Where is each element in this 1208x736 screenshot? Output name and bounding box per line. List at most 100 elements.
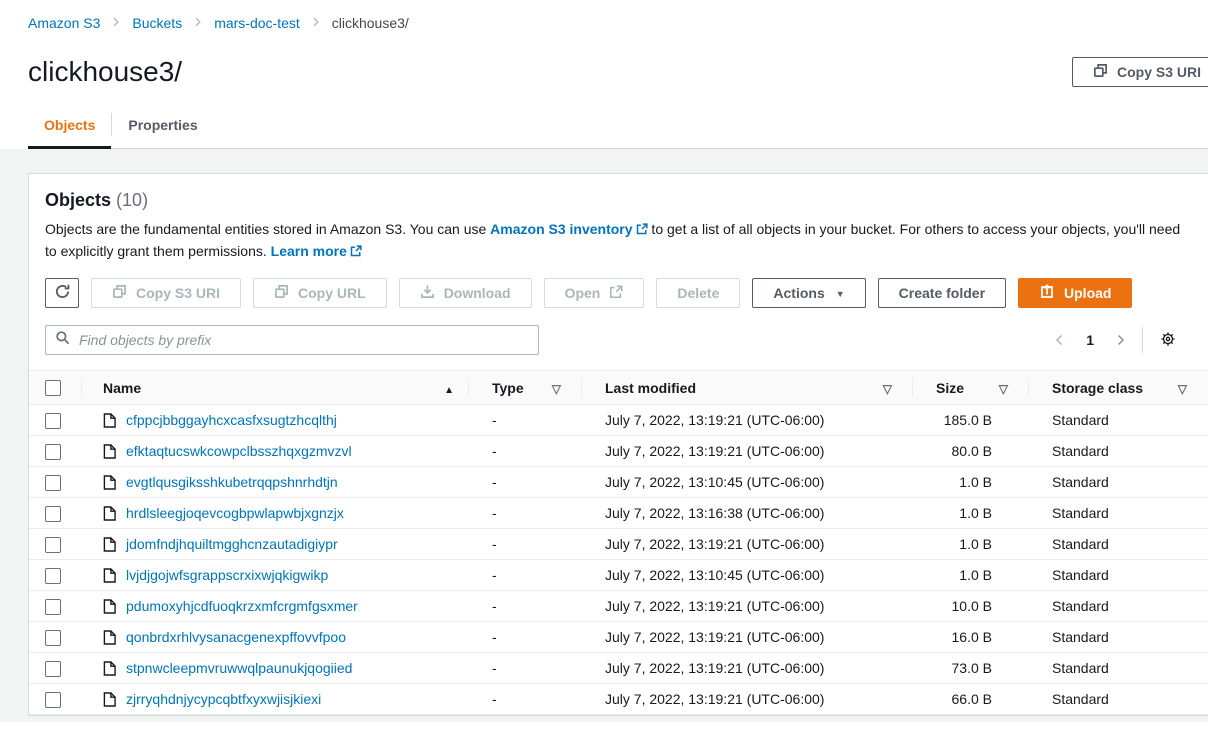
object-name-link[interactable]: zjrryqhdnjycypcqbtfxyxwjisjkiexi: [126, 691, 321, 707]
object-storage-class: Standard: [1028, 412, 1208, 428]
object-last-modified: July 7, 2022, 13:16:38 (UTC-06:00): [581, 505, 912, 521]
file-icon: [103, 537, 116, 552]
breadcrumb-link-buckets[interactable]: Buckets: [132, 15, 182, 31]
settings-gear-button[interactable]: [1157, 328, 1179, 353]
row-checkbox[interactable]: [45, 661, 61, 677]
external-link-icon: [636, 220, 648, 241]
table-row: stpnwcleepmvruwwqlpaunukjqogiied - July …: [29, 653, 1208, 684]
row-checkbox[interactable]: [45, 444, 61, 460]
open-button[interactable]: Open: [544, 278, 645, 308]
object-storage-class: Standard: [1028, 536, 1208, 552]
table-row: zjrryqhdnjycypcqbtfxyxwjisjkiexi - July …: [29, 684, 1208, 715]
object-storage-class: Standard: [1028, 660, 1208, 676]
search-row: 1: [29, 317, 1208, 370]
table-row: lvjdjgojwfsgrappscrxixwjqkigwikp - July …: [29, 560, 1208, 591]
row-checkbox[interactable]: [45, 630, 61, 646]
file-icon: [103, 506, 116, 521]
amazon-s3-inventory-link[interactable]: Amazon S3 inventory: [490, 221, 647, 237]
sort-icon: [999, 380, 1008, 396]
object-name-link[interactable]: stpnwcleepmvruwwqlpaunukjqogiied: [126, 660, 352, 676]
object-size: 66.0 B: [912, 691, 1028, 707]
object-type: -: [468, 691, 581, 707]
column-header-storage-class[interactable]: Storage class: [1028, 371, 1208, 404]
find-objects-input[interactable]: [77, 331, 529, 349]
object-last-modified: July 7, 2022, 13:10:45 (UTC-06:00): [581, 567, 912, 583]
table-row: jdomfndjhquiltmgghcnzautadigiypr - July …: [29, 529, 1208, 560]
column-header-size[interactable]: Size: [912, 371, 1028, 404]
object-type: -: [468, 412, 581, 428]
file-icon: [103, 475, 116, 490]
column-header-last-modified[interactable]: Last modified: [581, 371, 912, 404]
object-name-link[interactable]: qonbrdxrhlvysanacgenexpffovvfpoo: [126, 629, 346, 645]
tab-bar: Objects Properties: [28, 105, 1208, 149]
file-icon: [103, 568, 116, 583]
table-row: qonbrdxrhlvysanacgenexpffovvfpoo - July …: [29, 622, 1208, 653]
caret-down-icon: [834, 285, 845, 301]
refresh-button[interactable]: [45, 278, 79, 308]
row-checkbox[interactable]: [45, 475, 61, 491]
copy-s3-uri-header-button[interactable]: Copy S3 URI: [1072, 57, 1208, 87]
row-checkbox[interactable]: [45, 599, 61, 615]
object-name-link[interactable]: evgtlqusgiksshkubetrqqpshnrhdtjn: [126, 474, 338, 490]
object-name-link[interactable]: cfppcjbbggayhcxcasfxsugtzhcqlthj: [126, 412, 337, 428]
object-size: 185.0 B: [912, 412, 1028, 428]
object-size: 73.0 B: [912, 660, 1028, 676]
object-size: 1.0 B: [912, 567, 1028, 583]
page-content: Objects (10) Objects are the fundamental…: [0, 149, 1208, 722]
table-row: efktaqtucswkcowpclbsszhqxgzmvzvl - July …: [29, 436, 1208, 467]
breadcrumb-link-amazon-s3[interactable]: Amazon S3: [28, 15, 100, 31]
learn-more-link[interactable]: Learn more: [271, 243, 362, 259]
external-link-icon: [350, 242, 362, 263]
breadcrumb-link-mars-doc-test[interactable]: mars-doc-test: [214, 15, 300, 31]
copy-icon: [274, 284, 289, 302]
object-type: -: [468, 505, 581, 521]
object-name-link[interactable]: hrdlsleegjoqevcogbpwlapwbjxgnzjx: [126, 505, 344, 521]
object-storage-class: Standard: [1028, 691, 1208, 707]
pagination-divider: [1142, 327, 1143, 353]
download-button[interactable]: Download: [399, 278, 532, 308]
object-name-link[interactable]: pdumoxyhjcdfuoqkrzxmfcrgmfgsxmer: [126, 598, 358, 614]
objects-count: (10): [116, 190, 148, 210]
breadcrumb-separator-icon: [111, 15, 121, 31]
row-checkbox[interactable]: [45, 537, 61, 553]
upload-button[interactable]: Upload: [1018, 278, 1132, 308]
object-name-link[interactable]: lvjdjgojwfsgrappscrxixwjqkigwikp: [126, 567, 328, 583]
table-row: evgtlqusgiksshkubetrqqpshnrhdtjn - July …: [29, 467, 1208, 498]
object-type: -: [468, 598, 581, 614]
file-icon: [103, 630, 116, 645]
object-last-modified: July 7, 2022, 13:19:21 (UTC-06:00): [581, 598, 912, 614]
select-all-checkbox[interactable]: [45, 380, 61, 396]
object-last-modified: July 7, 2022, 13:19:21 (UTC-06:00): [581, 412, 912, 428]
object-type: -: [468, 443, 581, 459]
select-all-checkbox-cell: [29, 371, 81, 404]
copy-url-button[interactable]: Copy URL: [253, 278, 387, 308]
download-icon: [420, 284, 435, 302]
column-header-type[interactable]: Type: [468, 371, 581, 404]
object-type: -: [468, 474, 581, 490]
copy-s3-uri-button[interactable]: Copy S3 URI: [91, 278, 241, 308]
actions-dropdown-button[interactable]: Actions: [752, 278, 865, 308]
create-folder-button[interactable]: Create folder: [878, 278, 1006, 308]
objects-toolbar: Copy S3 URI Copy URL Download Open Delet…: [29, 263, 1208, 317]
column-header-name[interactable]: Name: [81, 371, 468, 404]
object-table-body: cfppcjbbggayhcxcasfxsugtzhcqlthj - July …: [29, 405, 1208, 715]
copy-icon: [1093, 63, 1108, 81]
row-checkbox[interactable]: [45, 506, 61, 522]
previous-page-button[interactable]: [1052, 331, 1068, 349]
object-name-link[interactable]: efktaqtucswkcowpclbsszhqxgzmvzvl: [126, 443, 352, 459]
object-storage-class: Standard: [1028, 629, 1208, 645]
page-title: clickhouse3/: [28, 55, 182, 89]
next-page-button[interactable]: [1112, 331, 1128, 349]
row-checkbox[interactable]: [45, 692, 61, 708]
tab-objects[interactable]: Objects: [28, 105, 111, 148]
row-checkbox[interactable]: [45, 413, 61, 429]
tab-properties[interactable]: Properties: [112, 105, 213, 148]
object-name-link[interactable]: jdomfndjhquiltmgghcnzautadigiypr: [126, 536, 338, 552]
row-checkbox[interactable]: [45, 568, 61, 584]
current-page-number[interactable]: 1: [1082, 332, 1098, 348]
sort-icon: [1178, 380, 1187, 396]
objects-panel-heading: Objects (10): [29, 174, 1208, 215]
file-icon: [103, 661, 116, 676]
delete-button[interactable]: Delete: [656, 278, 740, 308]
object-storage-class: Standard: [1028, 443, 1208, 459]
